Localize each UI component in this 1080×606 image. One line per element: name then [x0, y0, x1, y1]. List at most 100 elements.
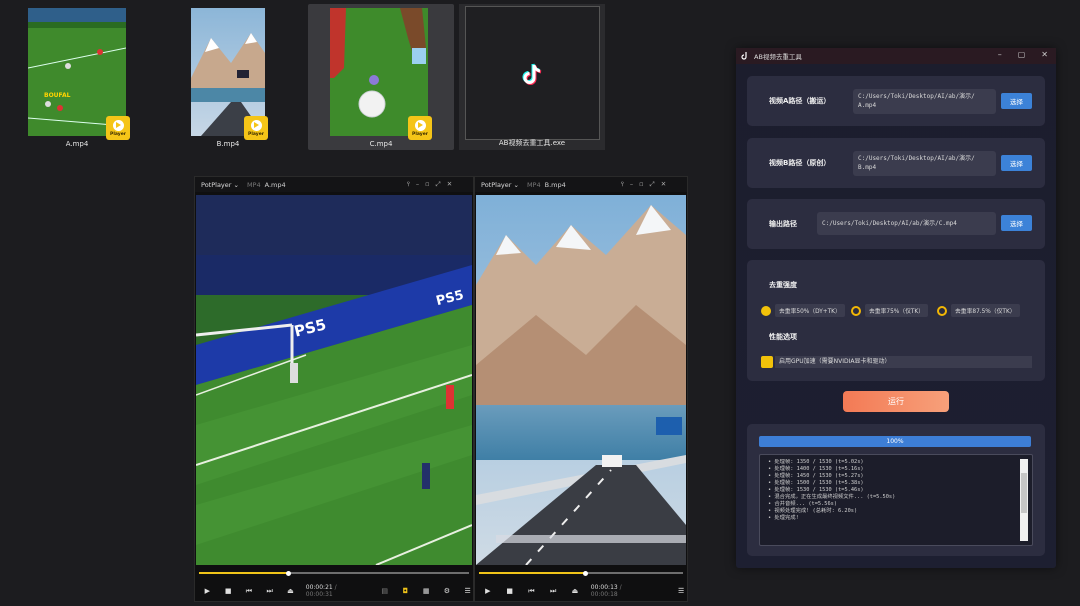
- tool-title: AB视频去重工具: [754, 53, 802, 61]
- time-display: 00:00:13 / 00:00:18: [590, 584, 622, 598]
- log-output[interactable]: • 处理帧: 1350 / 1530 (t=5.02s) • 处理帧: 1400 …: [759, 454, 1033, 546]
- log-line: • 视频处理完成! (总耗时: 6.20s): [768, 508, 858, 514]
- file-name: C.mp4: [369, 140, 393, 148]
- seek-bar-a[interactable]: [199, 570, 469, 576]
- video-a-path-field[interactable]: C:/Users/Toki/Desktop/AI/ab/演示/A.mp4: [853, 89, 996, 114]
- log-line: • 处理帧: 1530 / 1530 (t=5.46s): [768, 487, 864, 493]
- progress-bar: 100%: [759, 436, 1031, 447]
- video-b-label: 视频B路径（原创）: [769, 159, 831, 167]
- log-line: • 处理帧: 1450 / 1530 (t=5.27s): [768, 473, 864, 479]
- output-card: 输出路径 C:/Users/Toki/Desktop/AI/ab/演示/C.mp…: [747, 199, 1045, 249]
- file-a-mp4[interactable]: BOUFAL Player A.mp4: [4, 4, 150, 150]
- prev-icon[interactable]: ⏮: [526, 587, 538, 596]
- player-format: MP4: [246, 180, 261, 189]
- video-a-label: 视频A路径（搬运）: [769, 97, 831, 105]
- progress-card: 100% • 处理帧: 1350 / 1530 (t=5.02s) • 处理帧: …: [747, 424, 1045, 556]
- log-scrollbar[interactable]: [1020, 459, 1028, 541]
- tool-titlebar[interactable]: AB视频去重工具 – ▢ ✕: [736, 48, 1056, 64]
- restore-icon[interactable]: ▫: [639, 180, 643, 189]
- time-display: 00:00:21 / 00:00:31: [305, 584, 337, 598]
- gpu-checkbox[interactable]: [761, 356, 773, 368]
- player-brand-menu[interactable]: PotPlayer ⌄: [201, 181, 239, 189]
- radio-icon: [761, 305, 771, 316]
- stop-icon[interactable]: ■: [504, 587, 516, 595]
- pin-icon[interactable]: ⫯: [407, 180, 410, 189]
- close-icon[interactable]: ✕: [447, 180, 452, 189]
- exe-thumbnail: [465, 6, 600, 140]
- maximize-icon[interactable]: ▢: [1018, 50, 1026, 59]
- log-line: • 混合完成，正在生成最终视频文件... (t=5.50s): [768, 494, 896, 500]
- option-875-radio[interactable]: 去重率87.5%（仅TK）: [937, 304, 1020, 317]
- play-icon[interactable]: ▶: [202, 587, 213, 595]
- scroll-thumb[interactable]: [1021, 473, 1027, 513]
- restore-icon[interactable]: ▫: [425, 180, 429, 189]
- option-50-radio[interactable]: 去重率50%（DY+TK）: [761, 304, 845, 317]
- radio-icon: [937, 305, 947, 316]
- file-b-mp4[interactable]: Player B.mp4: [155, 4, 301, 150]
- seek-handle[interactable]: [583, 570, 589, 576]
- video-b-path-field[interactable]: C:/Users/Toki/Desktop/AI/ab/演示/B.mp4: [853, 151, 996, 176]
- gpu-checkbox-label: 启用GPU加速（需要NVIDIA显卡和驱动）: [775, 356, 1032, 368]
- player-filename: A.mp4: [264, 180, 286, 189]
- capture-icon[interactable]: ◘: [400, 587, 411, 595]
- close-icon[interactable]: ✕: [661, 180, 666, 189]
- output-path-field[interactable]: C:/Users/Toki/Desktop/AI/ab/演示/C.mp4: [817, 212, 996, 235]
- menu-icon[interactable]: ☰: [462, 587, 473, 595]
- video-b-choose-button[interactable]: 选择: [1001, 155, 1032, 171]
- tiktok-icon: [522, 63, 542, 85]
- settings-icon[interactable]: ⚙: [442, 587, 453, 595]
- file-name: A.mp4: [65, 140, 89, 148]
- fullscreen-icon[interactable]: ⤢: [435, 180, 440, 189]
- close-icon[interactable]: ✕: [1041, 50, 1048, 59]
- file-c-mp4[interactable]: Player C.mp4: [308, 4, 454, 150]
- video-frame-mountain-road: [476, 195, 686, 565]
- file-name: AB视频去重工具.exe: [498, 139, 566, 147]
- log-line: • 合并音频... (t=5.56s): [768, 501, 838, 507]
- run-button[interactable]: 运行: [843, 391, 949, 412]
- menu-icon[interactable]: ☰: [675, 587, 687, 595]
- minimize-icon[interactable]: –: [630, 180, 633, 189]
- ab-dedup-tool-window: AB视频去重工具 – ▢ ✕ 视频A路径（搬运） C:/Users/Toki/D…: [736, 48, 1056, 568]
- fullscreen-icon[interactable]: ⤢: [649, 180, 654, 189]
- minimize-icon[interactable]: –: [998, 50, 1002, 59]
- player-badge-icon: Player: [106, 116, 130, 140]
- seek-handle[interactable]: [286, 570, 292, 576]
- strength-label: 去重强度: [769, 281, 797, 289]
- seek-bar-b[interactable]: [479, 570, 683, 576]
- next-icon[interactable]: ⏭: [264, 587, 275, 596]
- player-badge-icon: Player: [244, 116, 268, 140]
- stop-icon[interactable]: ■: [223, 587, 234, 595]
- options-card: 去重强度 去重率50%（DY+TK） 去重率75%（仅TK） 去重率87.5%（…: [747, 260, 1045, 381]
- log-line: • 处理帧: 1400 / 1530 (t=5.16s): [768, 466, 864, 472]
- log-line: • 处理完成!: [768, 515, 799, 521]
- minimize-icon[interactable]: –: [416, 180, 419, 189]
- next-icon[interactable]: ⏭: [547, 587, 559, 596]
- video-a-choose-button[interactable]: 选择: [1001, 93, 1032, 109]
- eject-icon[interactable]: ⏏: [285, 587, 296, 595]
- file-ab-exe[interactable]: AB视频去重工具.exe: [459, 4, 605, 150]
- prev-icon[interactable]: ⏮: [244, 587, 255, 596]
- log-lines: • 处理帧: 1350 / 1530 (t=5.02s) • 处理帧: 1400 …: [768, 459, 1012, 541]
- radio-icon: [851, 305, 861, 316]
- potplayer-window-b: PotPlayer ⌄ MP4 B.mp4 ⫯ – ▫ ⤢ ✕ ▶ ■ ⏮ ⏭ …: [474, 176, 688, 602]
- performance-label: 性能选项: [769, 333, 797, 341]
- log-line: • 处理帧: 1350 / 1530 (t=5.02s): [768, 459, 864, 465]
- playlist-icon[interactable]: ▦: [421, 587, 432, 595]
- player-brand-menu[interactable]: PotPlayer ⌄: [481, 181, 519, 189]
- output-choose-button[interactable]: 选择: [1001, 215, 1032, 231]
- play-icon[interactable]: ▶: [482, 587, 494, 595]
- option-75-radio[interactable]: 去重率75%（仅TK）: [851, 304, 929, 317]
- app-logo-icon: [741, 52, 747, 60]
- player-format: MP4: [526, 180, 541, 189]
- file-name: B.mp4: [216, 140, 240, 148]
- video-a-card: 视频A路径（搬运） C:/Users/Toki/Desktop/AI/ab/演示…: [747, 76, 1045, 126]
- potplayer-window-a: PotPlayer ⌄ MP4 A.mp4 ⫯ – ▫ ⤢ ✕ PS5 PS5 …: [194, 176, 474, 602]
- player-filename: B.mp4: [544, 180, 566, 189]
- video-frame-football: PS5 PS5: [196, 195, 472, 565]
- eject-icon[interactable]: ⏏: [569, 587, 581, 595]
- log-line: • 处理帧: 1500 / 1530 (t=5.38s): [768, 480, 864, 486]
- pin-icon[interactable]: ⫯: [621, 180, 624, 189]
- video-b-card: 视频B路径（原创） C:/Users/Toki/Desktop/AI/ab/演示…: [747, 138, 1045, 188]
- subtitle-icon[interactable]: ▤: [379, 587, 390, 595]
- thumb-caption: BOUFAL: [44, 92, 71, 99]
